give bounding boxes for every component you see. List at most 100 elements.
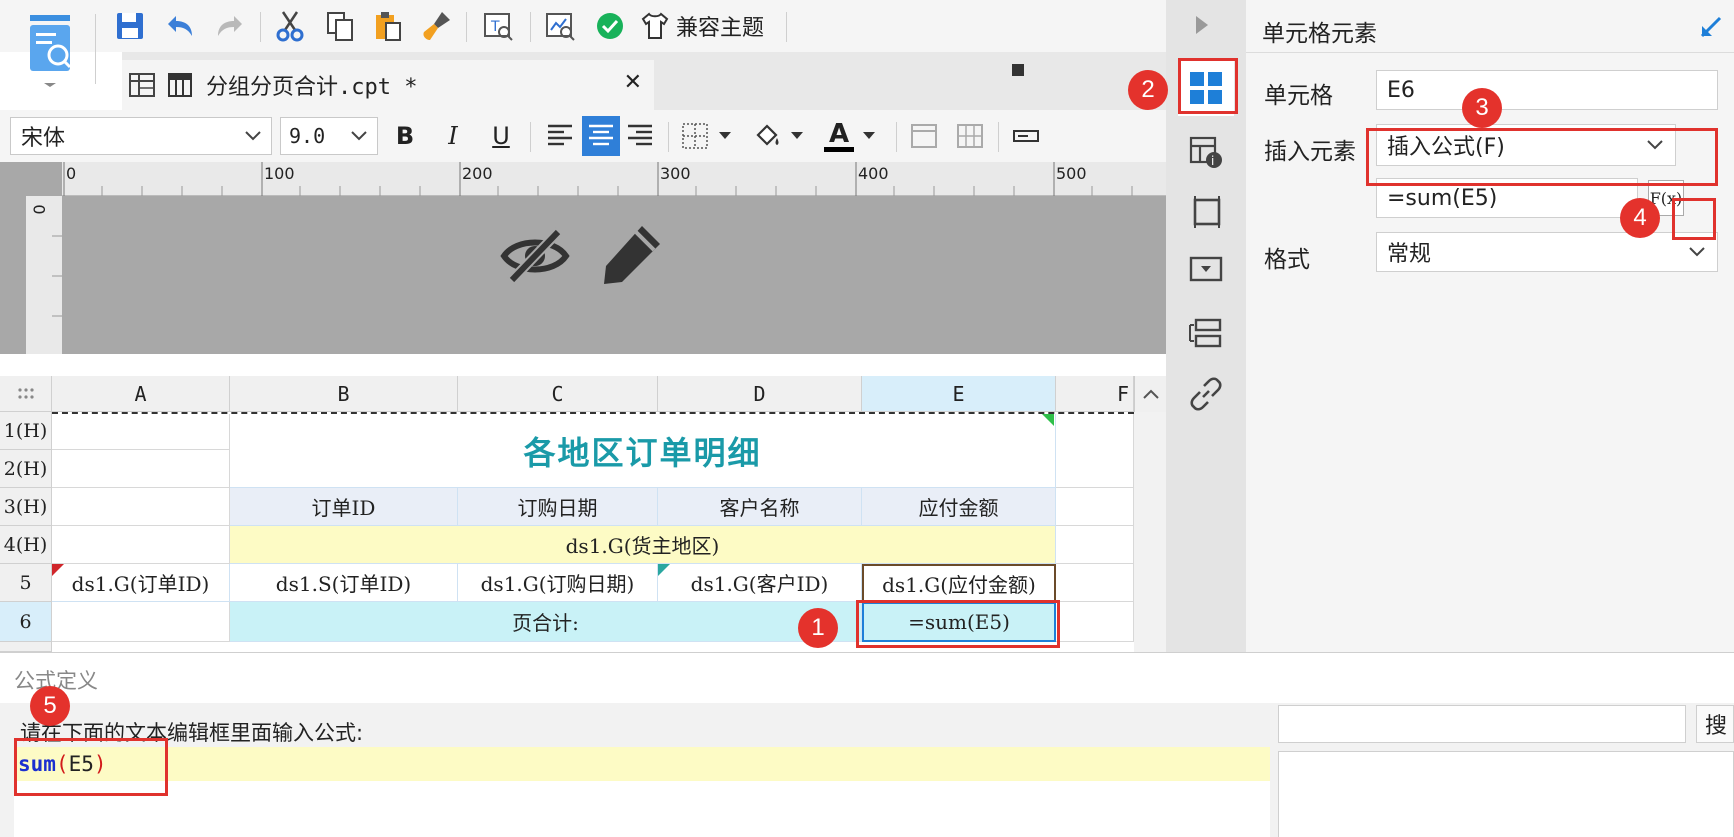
copy-icon[interactable]: [322, 6, 358, 46]
cell-a1[interactable]: [52, 414, 230, 450]
cell-a2[interactable]: [52, 450, 230, 488]
cell-a6[interactable]: [52, 602, 230, 642]
merge-cell-icon[interactable]: [906, 116, 942, 156]
data-cell[interactable]: ds1.S(订单ID): [230, 564, 458, 602]
font-color-button[interactable]: A: [824, 116, 882, 156]
split-cell-icon[interactable]: [952, 116, 988, 156]
cell-a3[interactable]: [52, 488, 230, 526]
highlight-box: [14, 738, 168, 796]
font-color-letter: A: [828, 118, 850, 149]
close-tab-icon[interactable]: ✕: [624, 70, 642, 95]
cell-name-field[interactable]: E6: [1376, 70, 1718, 110]
redo-icon[interactable]: [212, 6, 248, 46]
header-cell[interactable]: 订单ID: [230, 488, 458, 526]
function-search-input[interactable]: [1278, 705, 1686, 743]
layout-list-icon[interactable]: [1188, 316, 1224, 354]
function-category-list[interactable]: [1278, 751, 1734, 837]
bold-button[interactable]: B: [388, 116, 422, 156]
hidden-eye-icon[interactable]: [500, 224, 570, 292]
chevron-down-icon: [235, 118, 271, 154]
theme-button[interactable]: 兼容主题: [640, 6, 780, 46]
preview-text-icon[interactable]: T: [480, 6, 516, 46]
row-header[interactable]: 6: [0, 602, 52, 642]
chart-search-icon[interactable]: [542, 6, 578, 46]
cell-f3[interactable]: [1056, 488, 1134, 526]
data-cell[interactable]: ds1.G(客户ID): [658, 564, 862, 602]
ruler-tick-label: 500: [1056, 164, 1087, 183]
panel-title: 单元格元素: [1262, 21, 1377, 47]
column-header-d[interactable]: D: [658, 376, 862, 412]
highlight-box: [1178, 58, 1238, 114]
cell-f1[interactable]: [1056, 414, 1134, 488]
grid-sheet-icon: [129, 73, 155, 97]
select-all-corner[interactable]: [0, 376, 52, 412]
pencil-icon[interactable]: [600, 222, 664, 292]
font-size-select[interactable]: 9.0: [280, 117, 378, 155]
column-header-a[interactable]: A: [52, 376, 230, 412]
row-header[interactable]: 2(H): [0, 450, 52, 488]
cell-label: 单元格: [1264, 83, 1333, 109]
format-painter-icon[interactable]: [418, 6, 454, 46]
data-cell[interactable]: ds1.G(订购日期): [458, 564, 658, 602]
cell-a4[interactable]: [52, 526, 230, 564]
paste-icon[interactable]: [370, 6, 406, 46]
italic-button[interactable]: I: [436, 116, 470, 156]
header-cell[interactable]: 客户名称: [658, 488, 862, 526]
ruler-tick-label: 100: [264, 164, 295, 183]
row-header[interactable]: 1(H): [0, 412, 52, 450]
header-cell[interactable]: 应付金额: [862, 488, 1056, 526]
tab-file[interactable]: 分组分页合计.cpt * ✕: [122, 60, 654, 110]
ruler-tick-label: 0: [66, 164, 77, 183]
row-header[interactable]: 3(H): [0, 488, 52, 526]
column-header-e[interactable]: E: [862, 376, 1056, 412]
underline-button[interactable]: U: [484, 116, 518, 156]
hyperlink-icon[interactable]: [1188, 376, 1224, 416]
formula-editor[interactable]: sum(E5): [14, 747, 1270, 781]
align-left-icon[interactable]: [542, 116, 578, 156]
row-header[interactable]: 4(H): [0, 526, 52, 564]
step-badge: 2: [1128, 70, 1168, 110]
maximize-icon[interactable]: [1012, 64, 1024, 76]
border-frame-icon[interactable]: [1190, 194, 1224, 234]
caret-down-icon: [719, 132, 731, 139]
text-field-icon[interactable]: [1008, 116, 1044, 156]
report-title-cell[interactable]: 各地区订单明细: [230, 414, 1056, 488]
collapse-up-icon[interactable]: [1134, 376, 1166, 412]
check-icon[interactable]: [592, 6, 628, 46]
fill-color-button[interactable]: [752, 116, 810, 156]
format-select[interactable]: 常规: [1376, 232, 1718, 272]
caret-down-icon: [863, 132, 875, 139]
highlight-box: [856, 600, 1060, 648]
formula-dialog: 公式定义 请在下面的文本编辑框里面输入公式: sum(E5) 搜: [0, 652, 1734, 837]
cell-f5[interactable]: [1056, 564, 1134, 602]
align-right-icon[interactable]: [622, 116, 658, 156]
undo-icon[interactable]: [162, 6, 198, 46]
save-icon[interactable]: [112, 6, 148, 46]
widget-icon[interactable]: [1188, 254, 1224, 290]
expand-right-icon[interactable]: [1190, 12, 1214, 42]
page-total-label-cell[interactable]: 页合计:: [230, 602, 862, 642]
header-cell[interactable]: 订购日期: [458, 488, 658, 526]
column-header-b[interactable]: B: [230, 376, 458, 412]
cell-f4[interactable]: [1056, 526, 1134, 564]
font-family-select[interactable]: 宋体: [10, 117, 272, 155]
svg-text:i: i: [1211, 154, 1214, 168]
data-cell[interactable]: ds1.G(订单ID): [52, 564, 230, 602]
cut-icon[interactable]: [272, 6, 308, 46]
highlight-box: [1366, 128, 1718, 186]
font-size-value: 9.0: [289, 124, 326, 148]
row-header[interactable]: 5: [0, 564, 52, 602]
template-menu-icon[interactable]: [22, 10, 82, 90]
border-button[interactable]: [680, 116, 738, 156]
group-region-cell[interactable]: ds1.G(货主地区): [230, 526, 1056, 564]
cell-f6[interactable]: [1056, 602, 1134, 642]
search-button[interactable]: 搜: [1696, 705, 1734, 743]
align-center-icon[interactable]: [582, 116, 620, 156]
vertical-scrollbar[interactable]: [1134, 412, 1166, 652]
data-cell[interactable]: ds1.G(应付金额): [862, 564, 1056, 602]
border-icon: [682, 123, 708, 149]
column-header-c[interactable]: C: [458, 376, 658, 412]
column-header-f[interactable]: F: [1056, 376, 1134, 412]
pin-arrow-icon[interactable]: [1698, 14, 1724, 44]
cell-attributes-icon[interactable]: i: [1188, 134, 1224, 174]
